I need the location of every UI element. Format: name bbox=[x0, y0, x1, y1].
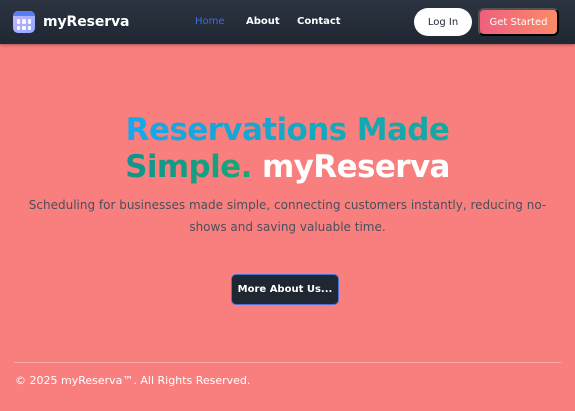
login-button[interactable]: Log In bbox=[414, 8, 472, 36]
nav-link-home[interactable]: Home bbox=[195, 16, 225, 27]
navbar: myReserva Home About Contact Log In Get … bbox=[0, 0, 575, 44]
nav-link-contact[interactable]: Contact bbox=[297, 16, 341, 27]
hero-subtitle: Scheduling for businesses made simple, c… bbox=[28, 198, 547, 234]
get-started-button[interactable]: Get Started bbox=[478, 8, 559, 36]
hero-title-brand: myReserva bbox=[261, 149, 451, 185]
hero-title-line2: Simple. myReserva bbox=[0, 149, 575, 186]
hero-title-line1: Reservations Made bbox=[125, 112, 450, 148]
footer-divider bbox=[14, 362, 561, 363]
hero-title: Reservations Made Simple. myReserva bbox=[0, 112, 575, 186]
copyright-text: © 2025 myReserva™. All Rights Reserved. bbox=[15, 374, 251, 387]
hero-title-simple: Simple. bbox=[125, 149, 252, 185]
nav-link-about[interactable]: About bbox=[246, 16, 280, 27]
more-about-us-button[interactable]: More About Us... bbox=[231, 274, 339, 305]
